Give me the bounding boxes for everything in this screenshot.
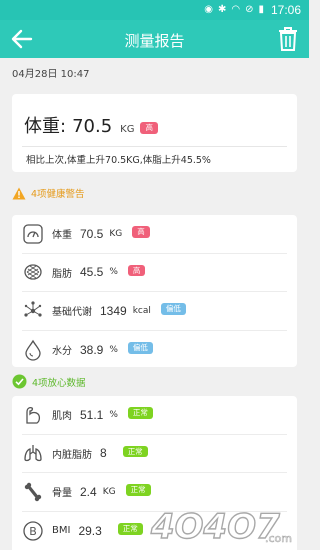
normal-title: 4项放心数据 xyxy=(32,377,86,389)
comparison-text: 相比上次,体重上升70.5KG,体脂上升45.5% xyxy=(26,155,211,166)
metric-value: 2.4 xyxy=(80,484,97,499)
list-item[interactable]: 体重 70.5 KG 高 xyxy=(22,215,287,254)
metric-unit: % xyxy=(109,409,118,420)
list-item[interactable]: 基础代谢 1349 kcal 偏低 xyxy=(22,292,287,331)
status-badge: 偏低 xyxy=(127,342,153,354)
warnings-header: 4项健康警告 xyxy=(12,186,85,200)
metric-label: 肌肉 xyxy=(52,411,72,423)
status-badge: 偏低 xyxy=(160,303,186,315)
metric-unit: kcal xyxy=(132,305,151,316)
weight-summary-card: 体重: 70.5 KG 高 相比上次,体重上升70.5KG,体脂上升45.5% xyxy=(12,94,297,172)
battery-icon: ▮ xyxy=(258,4,264,15)
status-badge: 高 xyxy=(127,264,146,276)
water-drop-icon xyxy=(25,339,41,361)
svg-text:B: B xyxy=(29,525,37,538)
warning-icon xyxy=(12,187,26,199)
metabolism-icon xyxy=(24,301,42,317)
app-bar: 测量报告 xyxy=(0,20,309,58)
metric-label: 基础代谢 xyxy=(52,307,92,319)
lungs-icon xyxy=(24,445,42,462)
svg-text:.com: .com xyxy=(265,532,292,545)
weight-label: 体重: xyxy=(24,116,67,137)
weight-unit: KG xyxy=(120,124,135,135)
list-item[interactable]: 内脏脂肪 8 正常 xyxy=(22,435,287,473)
metric-value: 70.5 xyxy=(80,226,104,241)
fat-icon xyxy=(24,264,42,280)
metric-value: 29.3 xyxy=(78,523,102,538)
bluetooth-icon: ✱ xyxy=(217,4,227,15)
page-title: 测量报告 xyxy=(124,32,185,50)
metric-label: 脂肪 xyxy=(52,268,72,280)
no-sim-icon: ⊘ xyxy=(245,4,254,15)
metric-label: 内脏脂肪 xyxy=(52,449,92,461)
watermark-logo: 4O4O7 .com xyxy=(149,506,292,546)
wifi-icon: ◠ xyxy=(231,4,241,15)
metric-unit: KG xyxy=(109,228,123,239)
muscle-icon xyxy=(26,406,41,424)
status-badge: 正常 xyxy=(127,407,153,419)
status-badge: 高 xyxy=(132,226,150,238)
metric-unit: % xyxy=(109,344,118,355)
eye-icon: ◉ xyxy=(204,4,213,15)
status-badge: 正常 xyxy=(117,523,143,535)
report-datetime: 04月28日 10:47 xyxy=(12,69,90,80)
gauge-icon xyxy=(23,224,43,244)
metric-unit: KG xyxy=(102,486,116,497)
list-item[interactable]: 肌肉 51.1 % 正常 xyxy=(22,396,287,435)
metric-label: 体重 xyxy=(52,230,72,242)
list-item[interactable]: 脂肪 45.5 % 高 xyxy=(22,254,287,292)
weight-value: 70.5 xyxy=(72,116,113,137)
metric-label: 水分 xyxy=(52,346,72,358)
metric-label: 骨量 xyxy=(52,488,72,500)
metric-value: 45.5 xyxy=(80,265,104,280)
normal-header: 4项放心数据 xyxy=(12,374,86,389)
status-time: 17:06 xyxy=(270,3,301,17)
metric-value: 51.1 xyxy=(80,407,104,422)
check-circle-icon xyxy=(12,374,27,389)
metric-value: 8 xyxy=(100,446,107,461)
warnings-title: 4项健康警告 xyxy=(31,189,85,200)
weight-summary: 体重: 70.5 KG 高 xyxy=(24,112,158,138)
warnings-card: 体重 70.5 KG 高 脂肪 45.5 % 高 基础代谢 1349 kcal … xyxy=(12,215,297,367)
metric-unit: % xyxy=(109,267,118,278)
bone-icon xyxy=(24,482,42,501)
status-badge: 正常 xyxy=(122,445,148,457)
divider xyxy=(22,146,287,147)
status-bar: ◉ ✱ ◠ ⊘ ▮ 17:06 xyxy=(0,0,309,20)
bmi-icon: B xyxy=(23,521,43,541)
metric-label: BMI xyxy=(52,525,71,537)
status-badge: 高 xyxy=(140,122,158,134)
status-badge: 正常 xyxy=(125,484,151,496)
trash-icon[interactable] xyxy=(277,26,299,52)
metric-value: 38.9 xyxy=(80,342,104,357)
list-item[interactable]: 水分 38.9 % 偏低 xyxy=(22,331,287,370)
svg-text:4O4O7: 4O4O7 xyxy=(150,507,280,546)
metric-value: 1349 xyxy=(100,303,127,318)
